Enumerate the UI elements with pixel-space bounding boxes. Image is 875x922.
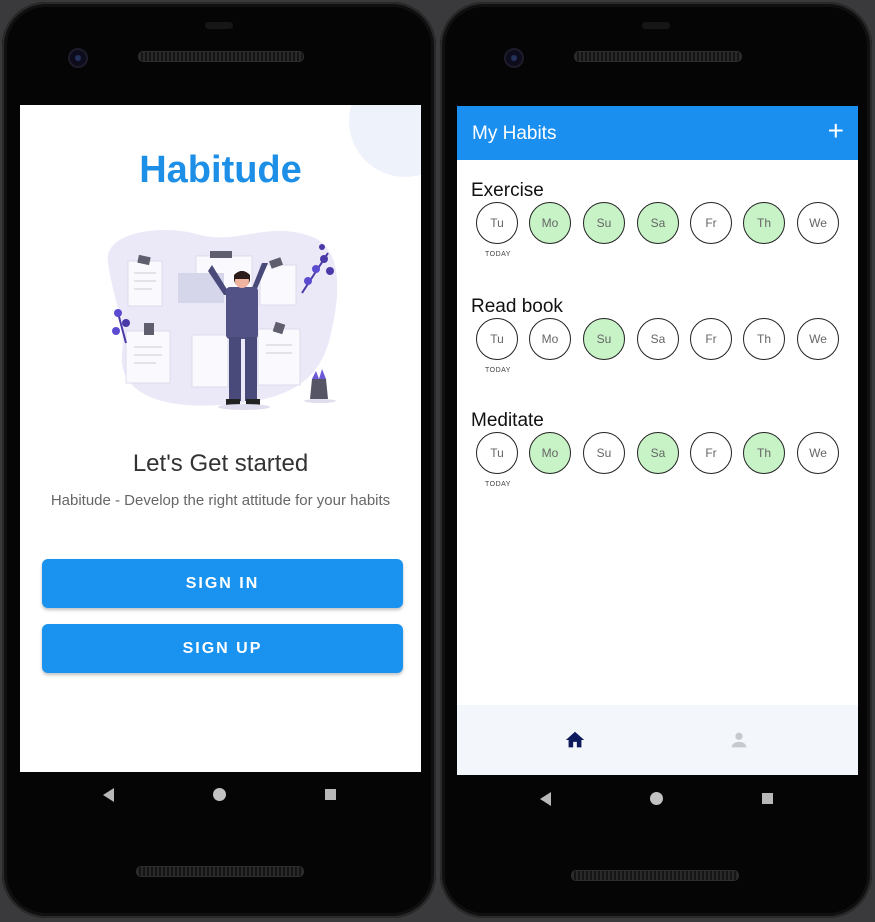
habit-row: Exercise Tu Mo Su Sa Fr Th We TODAY bbox=[457, 180, 858, 290]
day-toggle[interactable]: Th bbox=[743, 432, 785, 474]
habit-name: Exercise bbox=[471, 180, 544, 201]
back-icon[interactable] bbox=[103, 788, 114, 802]
day-toggle[interactable]: Su bbox=[583, 202, 625, 244]
tagline: Habitude - Develop the right attitude fo… bbox=[50, 492, 391, 509]
headline: Let's Get started bbox=[132, 450, 309, 477]
day-toggle[interactable]: Sa bbox=[637, 318, 679, 360]
day-toggle[interactable]: Sa bbox=[637, 432, 679, 474]
bottom-speaker bbox=[571, 870, 739, 881]
today-label: TODAY bbox=[485, 251, 511, 258]
habit-name: Meditate bbox=[471, 410, 544, 431]
earpiece bbox=[205, 22, 233, 29]
home-circle-icon[interactable] bbox=[213, 788, 226, 801]
today-label: TODAY bbox=[485, 367, 511, 374]
person-icon[interactable] bbox=[728, 729, 750, 751]
day-toggle[interactable]: Tu bbox=[476, 318, 518, 360]
day-toggle[interactable]: Mo bbox=[529, 432, 571, 474]
day-toggle[interactable]: Su bbox=[583, 318, 625, 360]
brand-title: Habitude bbox=[139, 149, 302, 191]
person-at-board-illustration bbox=[107, 230, 338, 410]
phone-left: Habitude Let's Get started Habitude - De… bbox=[2, 2, 436, 918]
front-camera bbox=[504, 48, 524, 68]
bottom-speaker bbox=[136, 866, 304, 877]
sign-up-button[interactable]: SIGN UP bbox=[42, 624, 403, 673]
habit-name: Read book bbox=[471, 296, 563, 317]
day-toggle[interactable]: Fr bbox=[690, 202, 732, 244]
app-bar: My Habits + bbox=[457, 106, 858, 160]
habit-row: Meditate Tu Mo Su Sa Fr Th We TODAY bbox=[457, 410, 858, 520]
habits-screen: My Habits + Exercise Tu Mo Su Sa Fr Th We TODAY R… bbox=[457, 106, 858, 775]
day-toggle[interactable]: Th bbox=[743, 318, 785, 360]
day-toggle[interactable]: Fr bbox=[690, 318, 732, 360]
recents-icon[interactable] bbox=[762, 793, 773, 804]
day-toggle[interactable]: Mo bbox=[529, 318, 571, 360]
day-toggle[interactable]: Mo bbox=[529, 202, 571, 244]
recents-icon[interactable] bbox=[325, 789, 336, 800]
phone-right: My Habits + Exercise Tu Mo Su Sa Fr Th We TODAY R… bbox=[440, 2, 872, 918]
home-circle-icon[interactable] bbox=[650, 792, 663, 805]
day-toggle[interactable]: We bbox=[797, 202, 839, 244]
today-label: TODAY bbox=[485, 481, 511, 488]
welcome-screen: Habitude Let's Get started Habitude - De… bbox=[20, 105, 421, 772]
plus-icon[interactable]: + bbox=[828, 116, 844, 146]
bottom-nav bbox=[457, 705, 858, 775]
day-toggle[interactable]: Su bbox=[583, 432, 625, 474]
home-icon[interactable] bbox=[564, 729, 586, 751]
day-toggle[interactable]: Fr bbox=[690, 432, 732, 474]
front-camera bbox=[68, 48, 88, 68]
day-toggle[interactable]: Sa bbox=[637, 202, 679, 244]
day-toggle[interactable]: Th bbox=[743, 202, 785, 244]
day-toggle[interactable]: Tu bbox=[476, 432, 518, 474]
sign-in-button[interactable]: SIGN IN bbox=[42, 559, 403, 608]
page-title: My Habits bbox=[472, 123, 557, 144]
top-speaker bbox=[138, 51, 304, 62]
top-speaker bbox=[574, 51, 742, 62]
habit-row: Read book Tu Mo Su Sa Fr Th We TODAY bbox=[457, 296, 858, 406]
day-toggle[interactable]: We bbox=[797, 432, 839, 474]
earpiece bbox=[642, 22, 670, 29]
day-toggle[interactable]: Tu bbox=[476, 202, 518, 244]
day-toggle[interactable]: We bbox=[797, 318, 839, 360]
back-icon[interactable] bbox=[540, 792, 551, 806]
